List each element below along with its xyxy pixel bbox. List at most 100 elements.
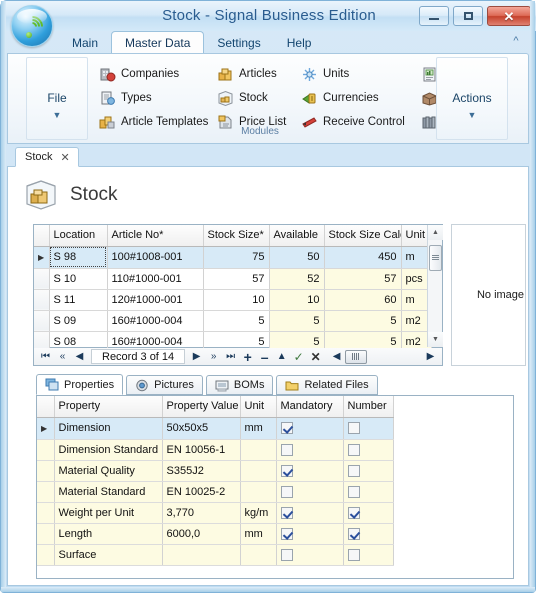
first-record-button[interactable]: ⏮ <box>37 349 54 365</box>
scrollbar-thumb[interactable] <box>429 245 442 271</box>
cell-stock-size[interactable]: 10 <box>203 289 270 311</box>
cell-available[interactable]: 10 <box>269 289 325 311</box>
cell-property[interactable]: Dimension Standard <box>54 439 163 461</box>
cell-property-value[interactable] <box>162 544 241 566</box>
cell-property[interactable]: Dimension <box>54 417 163 440</box>
number-checkbox[interactable] <box>347 506 360 519</box>
cell-available[interactable]: 5 <box>269 310 325 332</box>
scroll-up-button[interactable]: ▲ <box>428 225 443 240</box>
column-header-property-value[interactable]: Property Value <box>162 396 241 418</box>
cell-number[interactable] <box>343 523 394 545</box>
ribbon-tab-main[interactable]: Main <box>59 32 111 54</box>
cell-available[interactable]: 52 <box>269 268 325 290</box>
mandatory-checkbox[interactable] <box>280 464 293 477</box>
edit-record-button[interactable]: ▲ <box>273 349 290 365</box>
column-header-stock-size[interactable]: Stock Size* <box>203 225 270 247</box>
close-button[interactable]: ✕ <box>487 6 531 26</box>
file-button[interactable]: File ▼ <box>26 57 88 140</box>
cell-number[interactable] <box>343 460 394 482</box>
number-checkbox[interactable] <box>347 548 360 561</box>
prior-page-button[interactable]: « <box>54 349 71 365</box>
chevron-up-icon[interactable]: ^ <box>509 35 523 49</box>
cell-unit[interactable]: kg/m <box>240 502 277 524</box>
module-companies[interactable]: Companies <box>97 62 215 86</box>
table-row[interactable]: S 09 160#1000-004 5 5 5 m2 <box>34 310 432 332</box>
cell-property-value[interactable]: EN 10056-1 <box>162 439 241 461</box>
cell-stock-size[interactable]: 75 <box>203 246 270 269</box>
number-checkbox[interactable] <box>347 527 360 540</box>
module-articles[interactable]: Articles <box>215 62 299 86</box>
number-checkbox[interactable] <box>347 464 360 477</box>
cell-number[interactable] <box>343 544 394 566</box>
cell-number[interactable] <box>343 417 394 440</box>
maximize-button[interactable] <box>453 6 483 26</box>
cancel-edit-button[interactable]: ✕ <box>307 349 324 365</box>
delete-record-button[interactable]: – <box>256 349 273 365</box>
mandatory-checkbox[interactable] <box>280 506 293 519</box>
number-checkbox[interactable] <box>347 443 360 456</box>
cell-unit[interactable] <box>240 544 277 566</box>
prior-record-button[interactable]: ◀ <box>71 349 88 365</box>
table-row[interactable]: Material Quality S355J2 <box>37 460 394 482</box>
cell-property[interactable]: Material Standard <box>54 481 163 503</box>
column-header-available[interactable]: Available <box>269 225 325 247</box>
table-row[interactable]: Dimension Standard EN 10056-1 <box>37 439 394 461</box>
tab-boms[interactable]: BOMs <box>205 375 274 395</box>
cell-number[interactable] <box>343 481 394 503</box>
cell-location[interactable]: S 11 <box>49 289 108 311</box>
scroll-down-button[interactable]: ▼ <box>428 332 443 347</box>
cell-stock-size-calc[interactable]: 57 <box>324 268 402 290</box>
stock-data-grid[interactable]: Location Article No* Stock Size* Availab… <box>33 224 443 353</box>
column-header-unit[interactable]: Unit <box>240 396 277 418</box>
cell-property-value[interactable]: EN 10025-2 <box>162 481 241 503</box>
module-stock[interactable]: Stock <box>215 86 299 110</box>
cell-property[interactable]: Length <box>54 523 163 545</box>
mandatory-checkbox[interactable] <box>280 422 293 435</box>
cell-mandatory[interactable] <box>276 439 344 461</box>
minimize-button[interactable] <box>419 6 449 26</box>
cell-property[interactable]: Weight per Unit <box>54 502 163 524</box>
table-row[interactable]: Weight per Unit 3,770 kg/m <box>37 502 394 524</box>
ribbon-tab-master-data[interactable]: Master Data <box>111 31 205 54</box>
column-header-article-no[interactable]: Article No* <box>107 225 204 247</box>
actions-button[interactable]: Actions ▼ <box>436 57 508 140</box>
last-record-button[interactable]: ⏭ <box>222 349 239 365</box>
tab-pictures[interactable]: Pictures <box>126 375 203 395</box>
cell-property[interactable]: Material Quality <box>54 460 163 482</box>
next-record-button[interactable]: ▶ <box>188 349 205 365</box>
table-row[interactable]: ▶ S 98 100#1008-001 75 50 450 m <box>34 246 432 269</box>
cell-location[interactable]: S 10 <box>49 268 108 290</box>
ribbon-tab-help[interactable]: Help <box>274 32 325 54</box>
scrollbar-track[interactable] <box>367 350 422 364</box>
horizontal-scrollbar-thumb[interactable] <box>345 349 368 364</box>
column-header-mandatory[interactable]: Mandatory <box>276 396 344 418</box>
cell-article-no[interactable]: 160#1000-004 <box>107 310 204 332</box>
mandatory-checkbox[interactable] <box>280 548 293 561</box>
mandatory-checkbox[interactable] <box>280 485 293 498</box>
insert-record-button[interactable]: + <box>239 349 256 365</box>
table-row[interactable]: Length 6000,0 mm <box>37 523 394 545</box>
cell-unit[interactable] <box>240 460 277 482</box>
table-row[interactable]: Material Standard EN 10025-2 <box>37 481 394 503</box>
number-checkbox[interactable] <box>347 422 360 435</box>
post-edit-button[interactable]: ✓ <box>290 349 307 365</box>
mandatory-checkbox[interactable] <box>280 443 293 456</box>
cell-number[interactable] <box>343 439 394 461</box>
cell-property-value[interactable]: 50x50x5 <box>162 417 241 440</box>
cell-number[interactable] <box>343 502 394 524</box>
scroll-left-button[interactable]: ◀ <box>328 349 345 365</box>
cell-property-value[interactable]: 3,770 <box>162 502 241 524</box>
tab-related-files[interactable]: Related Files <box>276 375 378 395</box>
module-units[interactable]: Units <box>299 62 419 86</box>
cell-mandatory[interactable] <box>276 417 344 440</box>
tab-properties[interactable]: Properties <box>36 374 124 395</box>
horizontal-scrollbar[interactable]: ◀ ▶ <box>328 349 439 365</box>
cell-stock-size[interactable]: 5 <box>203 310 270 332</box>
mandatory-checkbox[interactable] <box>280 527 293 540</box>
scroll-right-button[interactable]: ▶ <box>422 349 439 365</box>
next-page-button[interactable]: » <box>205 349 222 365</box>
table-row[interactable]: Surface <box>37 544 394 566</box>
cell-stock-size[interactable]: 57 <box>203 268 270 290</box>
column-header-location[interactable]: Location <box>49 225 108 247</box>
cell-property-value[interactable]: 6000,0 <box>162 523 241 545</box>
